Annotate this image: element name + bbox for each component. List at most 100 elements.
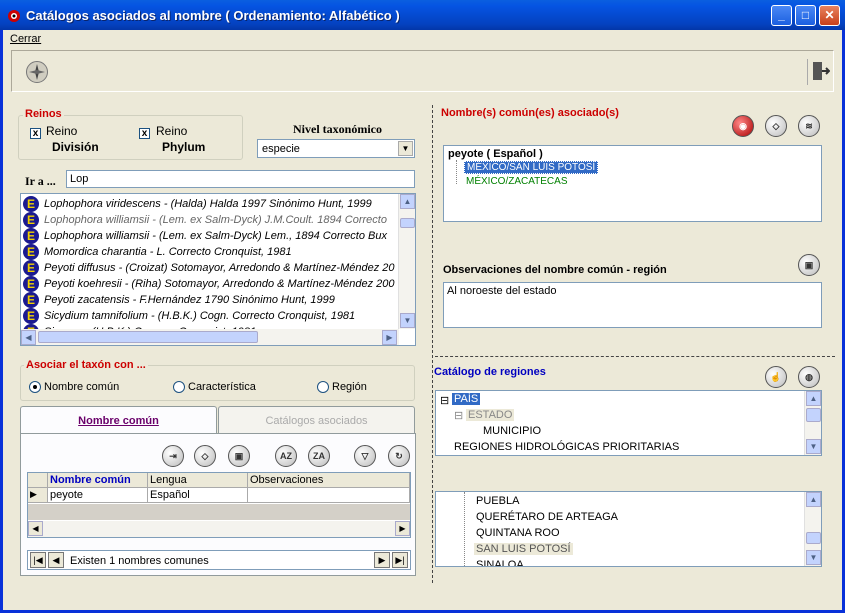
close-button[interactable]: ✕ (819, 5, 840, 26)
taxon-text: Momordica charantia - L. Correcto Cronqu… (44, 246, 292, 258)
regiones-scroll-down-icon[interactable]: ▼ (806, 439, 821, 454)
estado-sinaloa[interactable]: SINALOA (476, 559, 524, 566)
import-icon[interactable]: ⇥ (162, 445, 184, 467)
taxa-vscroll[interactable]: ▲ ▼ (398, 194, 415, 329)
radio-caracteristica[interactable] (173, 381, 185, 393)
scroll-left-icon[interactable]: ◀ (21, 330, 36, 345)
minimize-button[interactable]: _ (771, 5, 792, 26)
menu-cerrar[interactable]: Cerrar (10, 33, 41, 45)
nivel-value: especie (262, 143, 300, 155)
regiones-tree[interactable]: ⊟ PAÍS ⊟ ESTADO MUNICIPIO REGIONES HIDRO… (435, 390, 822, 456)
hand-icon[interactable]: ☝ (765, 366, 787, 388)
grid-cell-observaciones[interactable] (248, 488, 410, 503)
save-icon[interactable]: ▣ (228, 445, 250, 467)
estados-scroll-up-icon[interactable]: ▲ (806, 492, 821, 507)
reino-division-checkbox[interactable]: x (30, 128, 41, 139)
grid-hscroll[interactable]: ◀ ▶ (28, 521, 410, 537)
ira-input[interactable]: Lop (66, 170, 415, 188)
save-obs-icon[interactable]: ▣ (798, 254, 820, 276)
tab-nombre-comun[interactable]: Nombre común (20, 406, 217, 434)
tree-expand-icon-2[interactable]: ⊟ (454, 409, 463, 422)
prev-record-icon[interactable]: ◀ (48, 552, 64, 568)
nivel-select[interactable]: especie ▼ (257, 139, 415, 158)
scroll-right-icon[interactable]: ▶ (382, 330, 397, 345)
observaciones-textarea[interactable]: Al noroeste del estado (443, 282, 822, 328)
reino-phylum-checkbox[interactable]: x (139, 128, 150, 139)
layers-icon[interactable]: ≋ (798, 115, 820, 137)
regiones-thumb[interactable] (806, 408, 821, 422)
estados-list[interactable]: PUEBLA QUERÉTARO DE ARTEAGA QUINTANA ROO… (435, 491, 822, 567)
tree-child-zacatecas[interactable]: MÉXICO/ZACATECAS (466, 176, 568, 187)
next-record-icon[interactable]: ▶ (374, 552, 390, 568)
maximize-button[interactable]: □ (795, 5, 816, 26)
taxon-row[interactable]: E Lophophora williamsii - (Lem. ex Salm-D… (21, 228, 415, 244)
menu-bar: Cerrar (3, 30, 842, 48)
regiones-scroll-up-icon[interactable]: ▲ (806, 391, 821, 406)
radio-nombre-comun-label: Nombre común (44, 381, 120, 393)
tree-child-slp[interactable]: MÉXICO/SAN LUIS POTOSÍ (464, 161, 599, 174)
nombres-grid[interactable]: Nombre común Lengua Observaciones ▶ peyo… (27, 472, 411, 538)
taxa-list[interactable]: E Lophophora viridescens - (Halda) Halda … (20, 193, 416, 346)
asociar-label: Asociar el taxón con ... (24, 359, 148, 371)
tree-connector (456, 160, 457, 184)
estado-quintana-roo[interactable]: QUINTANA ROO (476, 527, 560, 539)
tree-pais[interactable]: PAÍS (452, 393, 481, 405)
taxon-row[interactable]: E Sicydium tamnifolium - (H.B.K.) Cogn. C… (21, 308, 415, 324)
taxa-hscroll[interactable]: ◀ ▶ (21, 329, 399, 345)
grid-scroll-left-icon[interactable]: ◀ (28, 521, 43, 536)
grid-scroll-right-icon[interactable]: ▶ (395, 521, 410, 536)
eraser-right-icon[interactable]: ◇ (765, 115, 787, 137)
regiones-vscroll[interactable]: ▲ ▼ (804, 391, 821, 455)
tree-regiones-hidro[interactable]: REGIONES HIDROLÓGICAS PRIORITARIAS (454, 441, 679, 453)
estado-queretaro[interactable]: QUERÉTARO DE ARTEAGA (476, 511, 618, 523)
nombres-tree[interactable]: peyote ( Español ) MÉXICO/SAN LUIS POTOS… (443, 145, 822, 222)
taxon-row[interactable]: E Peyoti koehresii - (Riha) Sotomayor, Ar… (21, 276, 415, 292)
taxon-row[interactable]: E Momordica charantia - L. Correcto Cronq… (21, 244, 415, 260)
taxon-row[interactable]: E Lophophora williamsii - (Lem. ex Salm-D… (21, 212, 415, 228)
scroll-up-icon[interactable]: ▲ (400, 194, 415, 209)
taxon-text: Peyoti diffusus - (Croizat) Sotomayor, A… (44, 262, 395, 274)
radio-nombre-comun[interactable] (29, 381, 41, 393)
tree-municipio[interactable]: MUNICIPIO (483, 425, 541, 437)
tree-root-peyote[interactable]: peyote ( Español ) (448, 148, 543, 160)
estados-scroll-down-icon[interactable]: ▼ (806, 550, 821, 565)
radio-region[interactable] (317, 381, 329, 393)
grid-header-observaciones[interactable]: Observaciones (248, 473, 410, 488)
estado-puebla[interactable]: PUEBLA (476, 495, 519, 507)
vertical-divider (432, 105, 433, 583)
reino-phylum-line2: Phylum (162, 140, 206, 154)
grid-cell-lengua[interactable]: Español (148, 488, 248, 503)
filter-icon[interactable]: ▽ (354, 445, 376, 467)
chevron-down-icon[interactable]: ▼ (398, 141, 413, 156)
scroll-thumb[interactable] (400, 218, 415, 228)
estados-thumb[interactable] (806, 532, 821, 544)
reino-phylum-line1: Reino (156, 124, 188, 138)
sort-az-icon[interactable]: AZ (275, 445, 297, 467)
tab-catalogos-asociados[interactable]: Catálogos asociados (218, 406, 415, 434)
hscroll-thumb[interactable] (38, 331, 258, 343)
compass-icon[interactable] (26, 61, 48, 83)
globe-red-icon[interactable]: ◉ (732, 115, 754, 137)
window-title: Catálogos asociados al nombre ( Ordenami… (26, 8, 400, 23)
refresh-icon[interactable]: ↻ (388, 445, 410, 467)
grid-header-lengua[interactable]: Lengua (148, 473, 248, 488)
globe-icon[interactable]: ◍ (798, 366, 820, 388)
record-navigator: |◀ ◀ Existen 1 nombres comunes ▶ ▶| (27, 550, 411, 570)
eraser-icon[interactable]: ◇ (194, 445, 216, 467)
taxon-row[interactable]: E Peyoti zacatensis - F.Hernández 1790 Si… (21, 292, 415, 308)
grid-empty-area (28, 504, 410, 520)
last-record-icon[interactable]: ▶| (392, 552, 408, 568)
grid-header-nombre[interactable]: Nombre común (48, 473, 148, 488)
taxon-text: Sicydium tamnifolium - (H.B.K.) Cogn. Co… (44, 310, 356, 322)
estados-vscroll[interactable]: ▲ ▼ (804, 492, 821, 566)
estado-slp[interactable]: SAN LUIS POTOSÍ (474, 543, 573, 555)
exit-icon[interactable] (807, 59, 831, 85)
first-record-icon[interactable]: |◀ (30, 552, 46, 568)
taxon-row[interactable]: E Peyoti diffusus - (Croizat) Sotomayor, … (21, 260, 415, 276)
scroll-down-icon[interactable]: ▼ (400, 313, 415, 328)
grid-cell-nombre[interactable]: peyote (48, 488, 148, 503)
tree-estado[interactable]: ESTADO (466, 409, 515, 421)
taxon-row[interactable]: E Lophophora viridescens - (Halda) Halda … (21, 196, 415, 212)
sort-za-icon[interactable]: ZA (308, 445, 330, 467)
tree-expand-icon[interactable]: ⊟ (440, 394, 449, 407)
